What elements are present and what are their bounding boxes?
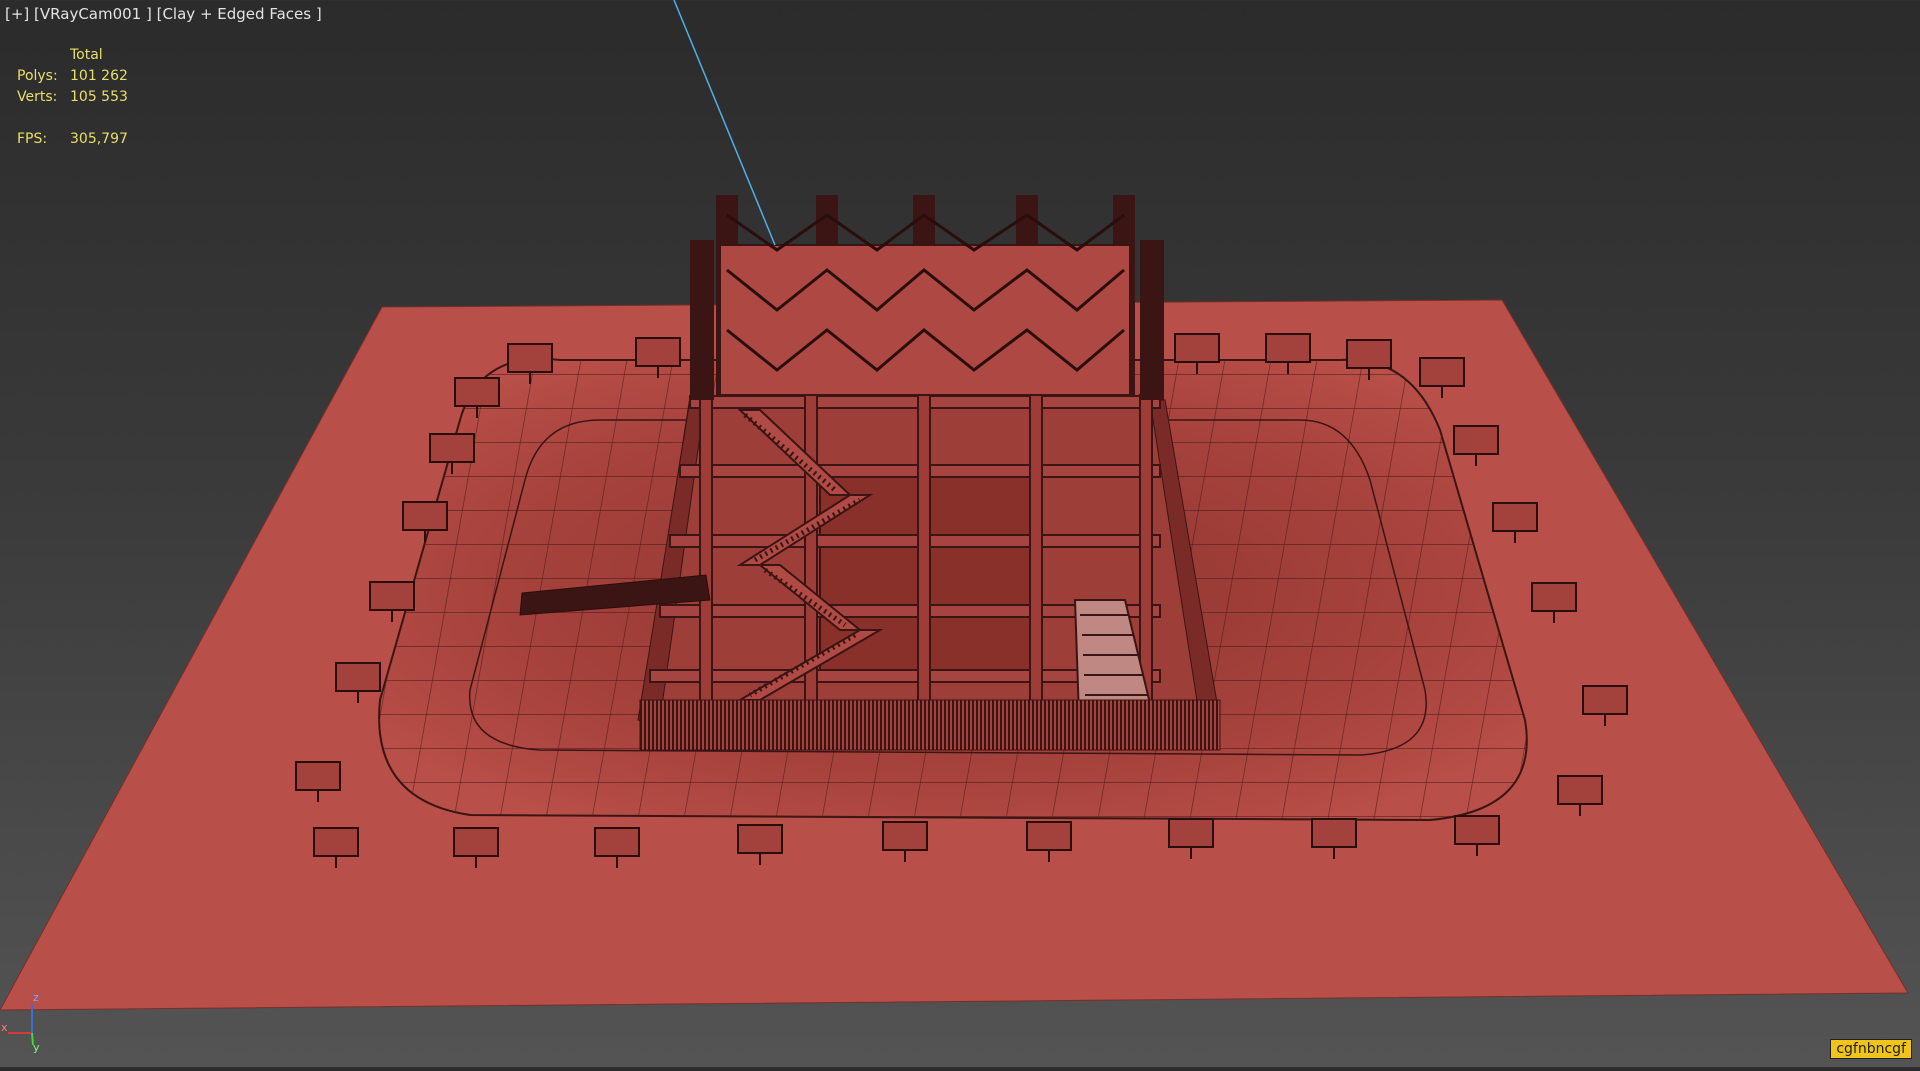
perimeter-sign xyxy=(1531,582,1577,612)
perimeter-sign xyxy=(335,662,381,692)
perimeter-sign xyxy=(1492,502,1538,532)
gizmo-z-label: z xyxy=(33,991,39,1004)
perimeter-sign xyxy=(454,377,500,407)
perimeter-sign xyxy=(635,337,681,367)
verts-value: 105 553 xyxy=(70,89,128,105)
fps-label: FPS: xyxy=(17,131,48,147)
3d-viewport[interactable]: z x y [+] [VRayCam001 ] [Clay + Edged Fa… xyxy=(0,0,1920,1067)
perimeter-sign xyxy=(1419,357,1465,387)
perimeter-sign xyxy=(1346,339,1392,369)
viewport-label[interactable]: [+] [VRayCam001 ] [Clay + Edged Faces ] xyxy=(5,5,322,23)
perimeter-sign xyxy=(1265,333,1311,363)
perimeter-sign xyxy=(1026,821,1072,851)
perimeter-sign xyxy=(507,343,553,373)
perimeter-sign xyxy=(313,827,359,857)
polys-value: 101 262 xyxy=(70,68,128,84)
gizmo-x-label: x xyxy=(1,1021,8,1034)
verts-label: Verts: xyxy=(17,89,58,105)
polys-label: Polys: xyxy=(17,68,58,84)
perimeter-sign xyxy=(594,827,640,857)
watermark-badge: cgfnbncgf xyxy=(1830,1039,1912,1059)
fps-value: 305,797 xyxy=(70,131,128,147)
perimeter-sign xyxy=(882,821,928,851)
perimeter-sign xyxy=(1311,818,1357,848)
gizmo-y-label: y xyxy=(33,1041,40,1054)
perimeter-sign xyxy=(429,433,475,463)
top-deck xyxy=(719,244,1131,396)
perimeter-sign xyxy=(1557,775,1603,805)
perimeter-sign xyxy=(1454,815,1500,845)
front-palisade xyxy=(639,699,1221,751)
perimeter-sign xyxy=(453,827,499,857)
perimeter-sign xyxy=(295,761,341,791)
perimeter-sign xyxy=(369,581,415,611)
scene-render: z x y xyxy=(0,0,1909,1054)
stats-header: Total xyxy=(70,47,103,63)
perimeter-sign xyxy=(402,501,448,531)
perimeter-sign xyxy=(1453,425,1499,455)
perimeter-sign xyxy=(737,824,783,854)
perimeter-sign xyxy=(1174,333,1220,363)
perimeter-sign xyxy=(1582,685,1628,715)
perimeter-sign xyxy=(1168,818,1214,848)
scene-statistics: Total Polys: 101 262 Verts: 105 553 FPS: 30… xyxy=(17,45,128,150)
